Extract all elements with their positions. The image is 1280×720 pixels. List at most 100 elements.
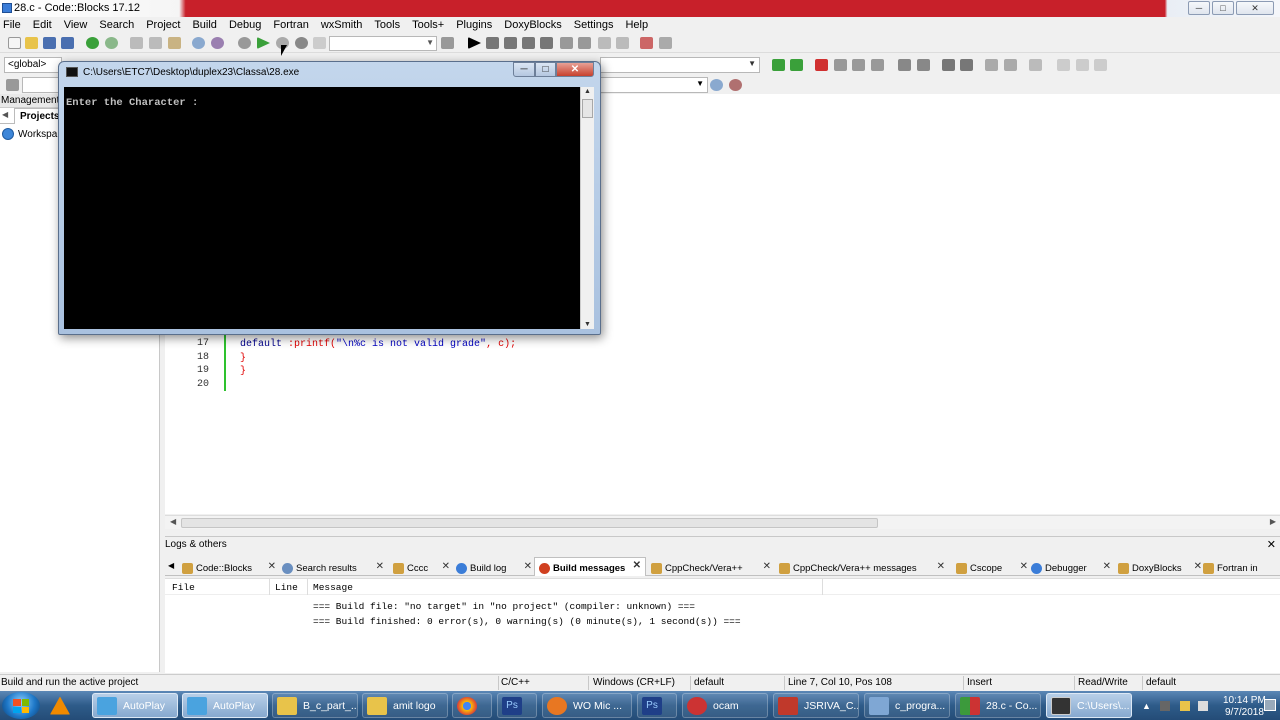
chevron-left-icon[interactable]: ◀ — [168, 561, 174, 570]
close-icon[interactable]: ✕ — [442, 561, 450, 572]
target-options-icon[interactable] — [441, 37, 454, 49]
tab-codeblocks[interactable]: Code::Blocks ✕ — [182, 559, 276, 576]
taskbar-chrome[interactable] — [452, 693, 492, 718]
run-to-cursor-icon[interactable] — [486, 37, 499, 49]
column-line[interactable]: Line — [275, 582, 298, 593]
step-out-icon[interactable] — [540, 37, 553, 49]
scope-select[interactable]: <global> — [4, 57, 62, 73]
network-icon[interactable] — [1180, 701, 1190, 711]
close-icon[interactable]: ✕ — [763, 561, 771, 572]
tab-cppcheck[interactable]: CppCheck/Vera++ ✕ — [651, 559, 771, 576]
redo-icon[interactable] — [105, 37, 118, 49]
build-message-row[interactable]: === Build file: "no target" in "no proje… — [313, 601, 695, 612]
prev-bookmark-icon[interactable] — [834, 59, 847, 71]
rebuild-icon[interactable] — [295, 37, 308, 49]
start-button[interactable] — [2, 692, 40, 719]
next-line-icon[interactable] — [504, 37, 517, 49]
menu-debug[interactable]: Debug — [229, 17, 267, 34]
close-icon[interactable]: ✕ — [1194, 561, 1202, 572]
close-icon[interactable]: ✕ — [524, 561, 532, 572]
console-close-button[interactable]: ✕ — [556, 62, 594, 77]
menu-build[interactable]: Build — [192, 17, 222, 34]
find-icon[interactable] — [192, 37, 205, 49]
scroll-thumb[interactable] — [181, 518, 878, 528]
toggle-bookmark-icon[interactable] — [815, 59, 828, 71]
console-minimize-button[interactable]: ─ — [513, 62, 535, 77]
prev-icon[interactable] — [1076, 59, 1089, 71]
comment-icon[interactable] — [898, 59, 911, 71]
editor-horizontal-scrollbar[interactable]: ◀ ▶ — [165, 515, 1280, 529]
jump-forward-icon[interactable] — [790, 59, 803, 71]
undo-icon[interactable] — [86, 37, 99, 49]
taskbar-item[interactable]: AutoPlay — [182, 693, 268, 718]
stop-debugger-icon[interactable] — [616, 37, 629, 49]
step-instruction-icon[interactable] — [578, 37, 591, 49]
last-icon[interactable] — [1094, 59, 1107, 71]
taskbar-item[interactable]: B_c_part_... — [272, 693, 358, 718]
close-icon[interactable]: ✕ — [1267, 538, 1276, 551]
menu-doxyblocks[interactable]: DoxyBlocks — [504, 17, 567, 34]
wrench-icon[interactable] — [1029, 59, 1042, 71]
tab-cscope[interactable]: Cscope ✕ — [956, 559, 1028, 576]
save-icon[interactable] — [43, 37, 56, 49]
menu-tools-plus[interactable]: Tools+ — [412, 17, 450, 34]
tab-build-messages[interactable]: Build messages ✕ — [534, 557, 646, 576]
taskbar-photoshop[interactable]: Ps — [497, 693, 537, 718]
taskbar-item[interactable]: c_progra... — [864, 693, 950, 718]
tab-build-log[interactable]: Build log ✕ — [456, 559, 532, 576]
replace-icon[interactable] — [211, 37, 224, 49]
next-bookmark-icon[interactable] — [852, 59, 865, 71]
back-icon[interactable] — [6, 79, 19, 91]
search-icon[interactable] — [710, 79, 723, 91]
menu-edit[interactable]: Edit — [33, 17, 58, 34]
debug-continue-icon[interactable] — [468, 37, 481, 49]
console-window[interactable]: C:\Users\ETC7\Desktop\duplex23\Classa\28… — [58, 61, 601, 335]
paste-icon[interactable] — [168, 37, 181, 49]
save-all-icon[interactable] — [61, 37, 74, 49]
taskbar-item[interactable]: 28.c - Co... — [955, 693, 1041, 718]
function-select[interactable]: ▼ — [600, 57, 760, 73]
new-file-icon[interactable] — [8, 37, 21, 49]
close-button[interactable]: ✕ — [1236, 1, 1274, 15]
scroll-thumb[interactable] — [582, 99, 593, 118]
taskbar-item[interactable]: ocam — [682, 693, 768, 718]
taskbar-item[interactable]: amit logo — [362, 693, 448, 718]
menu-project[interactable]: Project — [146, 17, 186, 34]
various-info-icon[interactable] — [659, 37, 672, 49]
tab-doxyblocks[interactable]: DoxyBlocks ✕ — [1118, 559, 1202, 576]
open-file-icon[interactable] — [25, 37, 38, 49]
taskbar-item[interactable]: JSRIVA_C... — [773, 693, 859, 718]
clock-date[interactable]: 9/7/2018 — [1225, 707, 1264, 718]
scroll-up-icon[interactable]: ▲ — [584, 88, 591, 95]
menu-tools[interactable]: Tools — [374, 17, 406, 34]
menu-wxsmith[interactable]: wxSmith — [321, 17, 369, 34]
menu-search[interactable]: Search — [99, 17, 140, 34]
clock-time[interactable]: 10:14 PM — [1223, 695, 1266, 706]
close-icon[interactable]: ✕ — [1020, 561, 1028, 572]
uncomment-icon[interactable] — [917, 59, 930, 71]
build-gear-icon[interactable] — [238, 37, 251, 49]
build-target-select[interactable]: ▼ — [329, 36, 437, 51]
menu-view[interactable]: View — [64, 17, 94, 34]
build-messages-list[interactable]: File Line Message === Build file: "no ta… — [165, 578, 1280, 673]
menu-file[interactable]: File — [3, 17, 27, 34]
show-hidden-icons-icon[interactable]: ▲ — [1142, 701, 1152, 711]
doxy-wizard-icon[interactable] — [985, 59, 998, 71]
menu-plugins[interactable]: Plugins — [456, 17, 498, 34]
pause-icon[interactable] — [598, 37, 611, 49]
taskbar-item[interactable]: WO Mic ... — [542, 693, 632, 718]
tab-debugger[interactable]: Debugger ✕ — [1031, 559, 1111, 576]
close-icon[interactable]: ✕ — [1103, 561, 1111, 572]
tab-search-results[interactable]: Search results ✕ — [282, 559, 384, 576]
jump-back-icon[interactable] — [772, 59, 785, 71]
show-desktop-icon[interactable] — [1264, 699, 1276, 711]
column-message[interactable]: Message — [313, 582, 353, 593]
volume-icon[interactable] — [1198, 701, 1208, 711]
scroll-right-icon[interactable]: ▶ — [1270, 517, 1276, 526]
taskbar-photoshop-2[interactable]: Ps — [637, 693, 677, 718]
console-vertical-scrollbar[interactable]: ▲ ▼ — [580, 87, 594, 329]
menu-fortran[interactable]: Fortran — [273, 17, 314, 34]
console-output-area[interactable]: Enter the Character : — [64, 87, 580, 329]
step-into-icon[interactable] — [522, 37, 535, 49]
close-icon[interactable]: ✕ — [633, 560, 641, 571]
